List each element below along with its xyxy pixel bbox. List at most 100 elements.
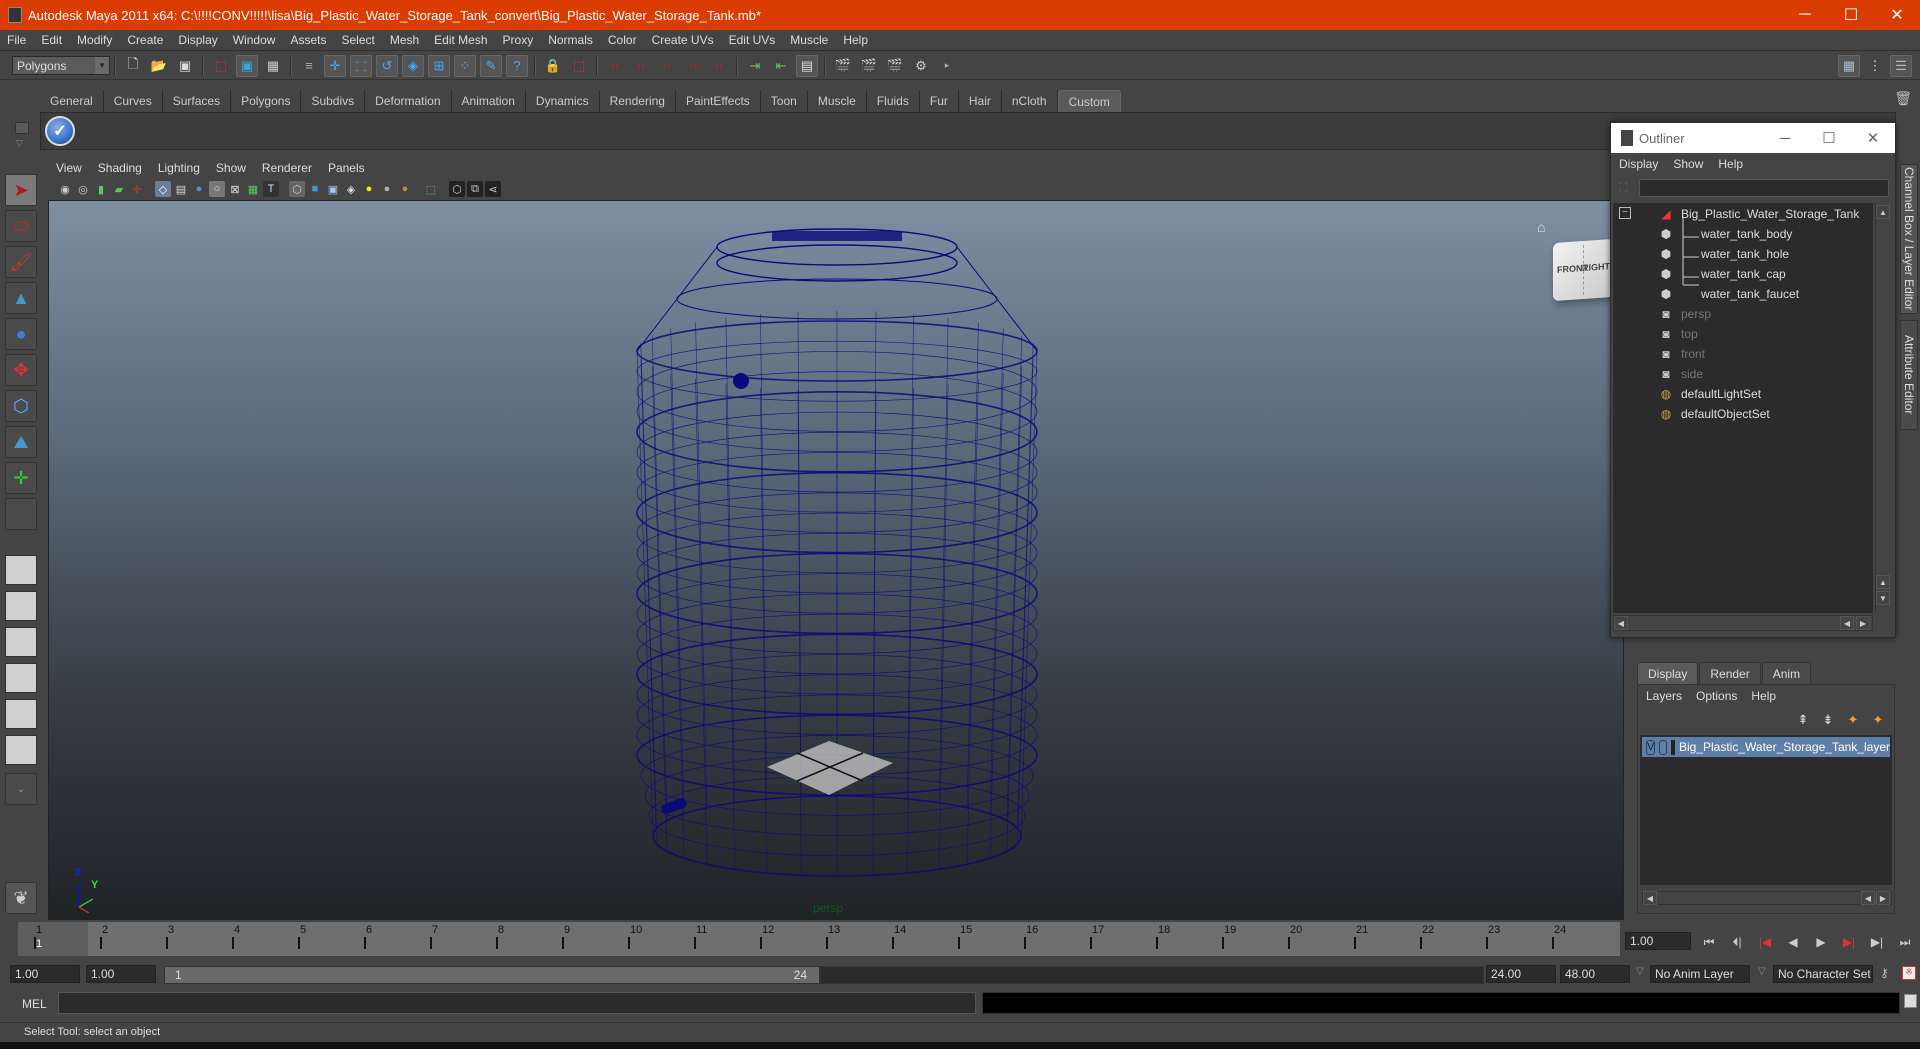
auto-key-icon[interactable]: ⚷ [1880,966,1889,980]
layout-persp-graph-outliner-icon[interactable] [5,735,37,765]
shelf-tab-curves[interactable]: Curves [103,90,163,112]
layer-color-swatch[interactable] [1670,739,1675,755]
magnet-grid-icon[interactable]: ∩ [604,55,626,77]
scroll-down-icon[interactable]: ▼ [1876,591,1890,605]
outliner-horizontal-scrollbar[interactable]: ◀ ◀ ▶ [1613,615,1873,631]
script-editor-icon[interactable] [1904,994,1917,1008]
close-button[interactable]: ✕ [1874,0,1920,30]
animation-preferences-icon[interactable]: ※ [1902,966,1916,980]
layout-more-chevron-icon[interactable]: ⌄ [5,773,37,805]
image-plane-icon[interactable]: ▰ [111,181,127,197]
save-scene-icon[interactable]: ▣ [174,55,196,77]
outliner-vertical-scrollbar[interactable]: ▲ ▲ ▼ [1875,203,1891,613]
xray-joints-icon[interactable]: ⧉ [467,181,483,197]
shelf-tab-rendering[interactable]: Rendering [599,90,676,112]
layer-display-type-toggle[interactable] [1659,739,1667,755]
selection-highlight-icon[interactable]: ⬚ [568,55,590,77]
shelf-tab-fur[interactable]: Fur [919,90,959,112]
layer-tab-anim[interactable]: Anim [1761,662,1812,684]
soft-modification-tool-icon[interactable]: ⛰ [5,426,37,458]
universal-manipulator-icon[interactable]: ⬡ [5,390,37,422]
panel-menu-view[interactable]: View [48,161,90,175]
use-all-lights-icon[interactable]: ● [361,181,377,197]
menu-help[interactable]: Help [836,33,876,47]
shelf-tab-custom[interactable]: Custom [1057,90,1121,112]
maya-logo-icon[interactable]: ❦ [5,882,37,914]
outliner-item[interactable]: ⬢ water_tank_body [1657,224,1793,244]
select-camera-icon[interactable]: ◉ [57,181,73,197]
channel-box-toggle-icon[interactable]: ☰ [1890,55,1912,77]
end-time-field[interactable]: 48.00 [1560,965,1630,983]
layer-tab-display[interactable]: Display [1637,662,1699,684]
outliner-title-bar[interactable]: Outliner ─ ☐ ✕ [1611,123,1895,153]
smooth-shade-icon[interactable]: ■ [307,181,323,197]
shelf-down-arrow-icon[interactable]: ▽ [16,138,23,149]
menu-mesh[interactable]: Mesh [383,33,427,47]
bookmark-icon[interactable]: ▮ [93,181,109,197]
safe-title-icon[interactable]: T [263,181,279,197]
magnet-point-icon[interactable]: ∩ [656,55,678,77]
layout-hypershade-persp-icon[interactable] [5,699,37,729]
outliner-menu-show[interactable]: Show [1665,157,1710,171]
outliner-item[interactable]: ⬢ water_tank_faucet [1657,284,1799,304]
camera-attributes-icon[interactable]: ◎ [75,181,91,197]
help-question-icon[interactable]: ? [506,54,528,77]
new-empty-layer-icon[interactable]: ✦ [1843,711,1863,729]
shadows-icon[interactable]: ● [379,181,395,197]
filter-icon[interactable]: ⛶ [1619,180,1633,196]
panel-menu-lighting[interactable]: Lighting [150,161,208,175]
outliner-item[interactable]: ⬢ water_tank_cap [1657,264,1786,284]
shelf-tab-toon[interactable]: Toon [760,90,808,112]
shelf-tab-surfaces[interactable]: Surfaces [162,90,232,112]
magnet-surface-icon[interactable]: ∩ [682,55,704,77]
menu-edit-uvs[interactable]: Edit UVs [722,33,784,47]
layer-menu-layers[interactable]: Layers [1638,689,1688,703]
ipr-render-icon[interactable]: 🎬 [884,55,906,77]
move-tool-icon[interactable]: ▲ [5,282,37,314]
gate-mask-icon[interactable]: ○ [209,181,225,197]
command-line-input[interactable] [58,992,976,1014]
hypergraph-icon[interactable]: ⋖ [485,181,501,197]
layer-menu-help[interactable]: Help [1743,689,1782,703]
perspective-viewport[interactable]: ⌂ FRONT RIGHT Z Y persp [48,200,1624,920]
outliner-item[interactable]: ⬢ water_tank_hole [1657,244,1789,264]
tool-settings-toggle-icon[interactable]: ⋮ [1864,55,1886,77]
play-forwards-icon[interactable]: ▶ [1807,932,1835,952]
menu-color[interactable]: Color [601,33,645,47]
textured-icon[interactable]: ◈ [343,181,359,197]
shelf-tab-painteffects[interactable]: PaintEffects [675,90,761,112]
chevron-right-icon[interactable]: ▸ [936,55,958,77]
shelf-tab-polygons[interactable]: Polygons [231,90,302,112]
scroll-up-icon[interactable]: ▲ [1876,205,1890,219]
panel-menu-show[interactable]: Show [208,161,254,175]
range-slider-track[interactable] [820,966,1484,984]
view-cube-body[interactable]: FRONT RIGHT [1553,238,1613,302]
menu-muscle[interactable]: Muscle [783,33,836,47]
snap-grid-icon[interactable]: ✛ [324,54,346,77]
isolate-select-icon[interactable]: ⬚ [423,181,439,197]
new-layer-from-selected-icon[interactable]: ✦ [1868,711,1888,729]
time-slider[interactable]: 1 1 2 3 4 5 6 7 8 9 10 11 12 13 14 15 16 17 18 19 20 21 22 23 2… [18,922,1620,956]
menu-select[interactable]: Select [334,33,382,47]
shelf-tab-ncloth[interactable]: nCloth [1001,90,1058,112]
select-component-icon[interactable]: ▦ [262,55,284,77]
safe-action-icon[interactable]: ▦ [245,181,261,197]
layout-outliner-persp-icon[interactable] [5,627,37,657]
outliner-item[interactable]: ◙ side [1657,364,1703,384]
step-back-frame-icon[interactable]: |◀ [1751,932,1779,952]
wireframe-on-shaded-icon[interactable]: ▣ [325,181,341,197]
tab-attribute-editor[interactable]: Attribute Editor [1900,320,1918,430]
menu-create[interactable]: Create [120,33,171,47]
shelf-menu-icon[interactable] [15,122,29,134]
shelf-tab-subdivs[interactable]: Subdivs [301,90,366,112]
collapse-icon[interactable]: − [1619,207,1631,219]
lock-icon[interactable]: 🔒 [542,55,564,77]
layer-menu-options[interactable]: Options [1688,689,1743,703]
menu-modify[interactable]: Modify [70,33,120,47]
ambient-occlusion-icon[interactable]: ● [397,181,413,197]
menu-file[interactable]: File [0,33,34,47]
outliner-item[interactable]: ◍ defaultObjectSet [1657,404,1770,424]
film-gate-icon[interactable]: ▤ [173,181,189,197]
layer-horizontal-scrollbar[interactable]: ◀ ◀ ▶ [1642,891,1892,905]
panel-menu-shading[interactable]: Shading [90,161,150,175]
